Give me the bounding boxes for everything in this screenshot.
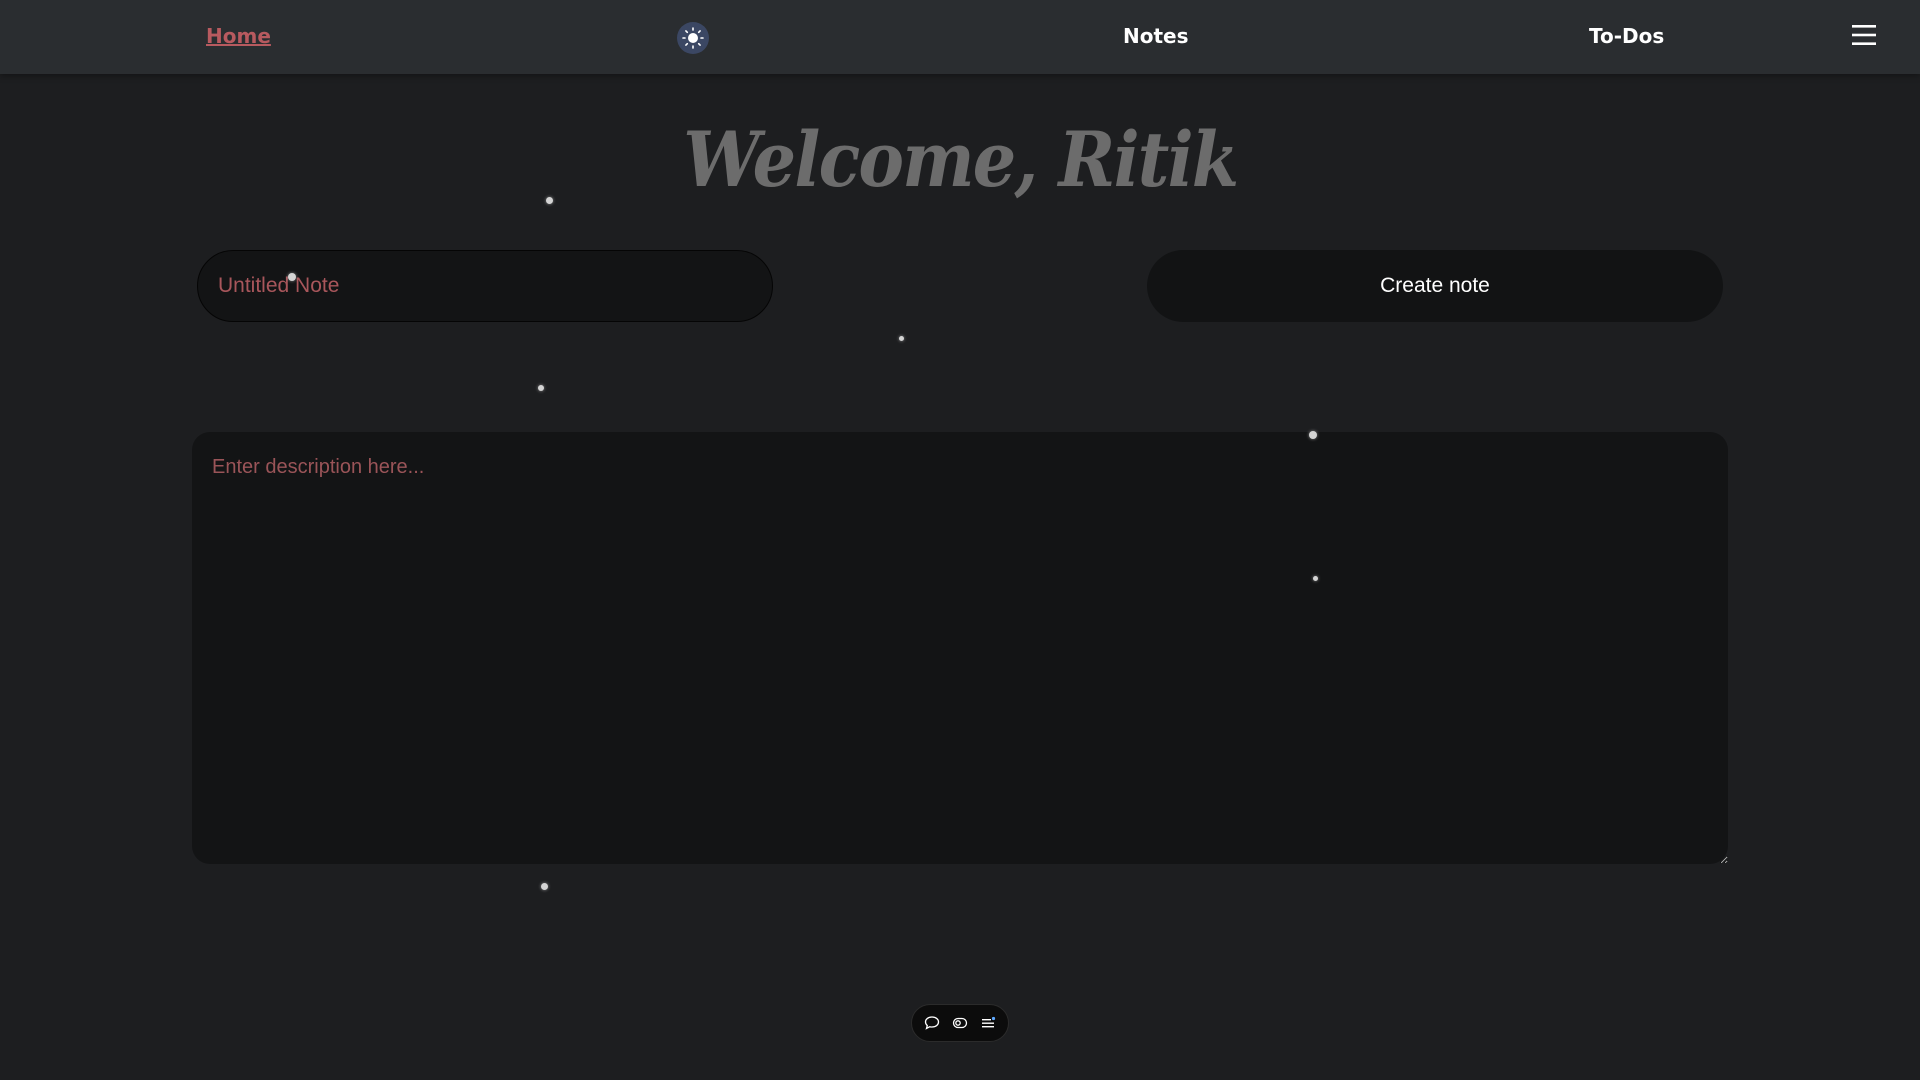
particle-dot bbox=[541, 883, 548, 890]
particle-dot bbox=[288, 273, 296, 281]
chat-bubble-icon[interactable] bbox=[921, 1012, 943, 1034]
particle-dot bbox=[538, 385, 544, 391]
particle-dot bbox=[1313, 576, 1318, 581]
particle-dot bbox=[1309, 431, 1317, 439]
sun-icon bbox=[682, 27, 704, 49]
welcome-heading: Welcome, Ritik bbox=[683, 115, 1239, 204]
nav-home-link[interactable]: Home bbox=[206, 24, 271, 48]
list-icon[interactable] bbox=[977, 1012, 999, 1034]
top-navbar: Home Notes To-Dos bbox=[0, 0, 1920, 74]
note-description-textarea[interactable] bbox=[192, 432, 1728, 864]
nav-notes-link[interactable]: Notes bbox=[1123, 24, 1189, 48]
toggle-icon[interactable] bbox=[949, 1012, 971, 1034]
create-note-button[interactable]: Create note bbox=[1147, 250, 1723, 322]
notes-app-page: Home Notes To-Dos Welcome, Ritik Untitle… bbox=[0, 0, 1920, 1080]
theme-toggle-button[interactable] bbox=[677, 22, 709, 54]
particle-dot bbox=[546, 197, 553, 204]
bottom-toolbar bbox=[911, 1004, 1009, 1042]
particle-dot bbox=[899, 336, 904, 341]
nav-todos-link[interactable]: To-Dos bbox=[1589, 24, 1664, 48]
hamburger-menu-icon[interactable] bbox=[1852, 24, 1876, 46]
note-title-input[interactable] bbox=[197, 250, 773, 322]
